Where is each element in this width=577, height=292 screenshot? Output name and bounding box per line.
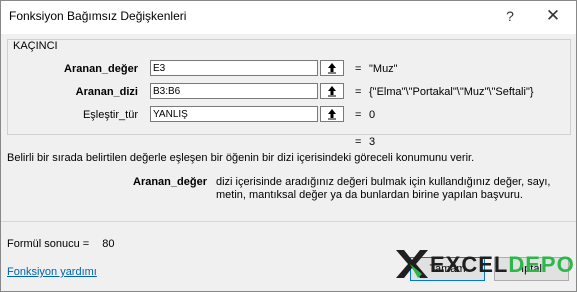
- formula-result-label: Formül sonucu =: [7, 238, 90, 250]
- function-help-link[interactable]: Fonksiyon yardımı: [7, 266, 97, 278]
- equals-sign: =: [355, 136, 362, 148]
- window-title: Fonksiyon Bağımsız Değişkenleri: [9, 9, 187, 23]
- lookup-value-collapse-button[interactable]: [320, 60, 344, 76]
- arg-help-name: Aranan_değer: [133, 176, 207, 188]
- match-type-input[interactable]: YANLIŞ: [150, 106, 318, 122]
- lookup-array-result: {"Elma"\"Portakal"\"Muz"\"Seftali"}: [369, 86, 534, 98]
- equals-sign: =: [355, 109, 362, 121]
- arg-label-match-type: Eşleştir_tür: [82, 109, 138, 121]
- collapse-arrow-icon: [328, 86, 336, 97]
- arg-label-lookup-value: Aranan_değer: [64, 63, 138, 75]
- lookup-array-input[interactable]: B3:B6: [150, 83, 318, 99]
- close-icon[interactable]: ✕: [540, 4, 566, 28]
- function-description: Belirli bir sırada belirtilen değerle eş…: [7, 152, 475, 164]
- collapse-arrow-icon: [328, 109, 336, 120]
- lookup-value-result: "Muz": [369, 63, 398, 75]
- divider: [0, 221, 577, 222]
- help-icon[interactable]: ?: [497, 4, 523, 28]
- lookup-value-input[interactable]: E3: [150, 60, 318, 76]
- equals-sign: =: [355, 63, 362, 75]
- arg-help-text: dizi içerisinde aradığınız değeri bulmak…: [216, 176, 551, 201]
- arg-label-lookup-array: Aranan_dizi: [75, 86, 138, 98]
- equals-sign: =: [355, 86, 362, 98]
- watermark-text: EXCELDEPO: [430, 252, 575, 278]
- formula-result: Formül sonucu = 80: [7, 238, 115, 250]
- lookup-array-collapse-button[interactable]: [320, 83, 344, 99]
- match-type-collapse-button[interactable]: [320, 106, 344, 122]
- collapse-arrow-icon: [328, 63, 336, 74]
- formula-result-value: 80: [102, 238, 115, 250]
- watermark-excel: EXCEL: [430, 252, 509, 277]
- function-name-label: KAÇINCI: [11, 40, 60, 52]
- match-type-result: 0: [369, 109, 376, 121]
- watermark-depo: DEPO: [508, 252, 575, 277]
- function-result: 3: [369, 136, 376, 148]
- title-bar: Fonksiyon Bağımsız Değişkenleri ? ✕: [0, 0, 577, 34]
